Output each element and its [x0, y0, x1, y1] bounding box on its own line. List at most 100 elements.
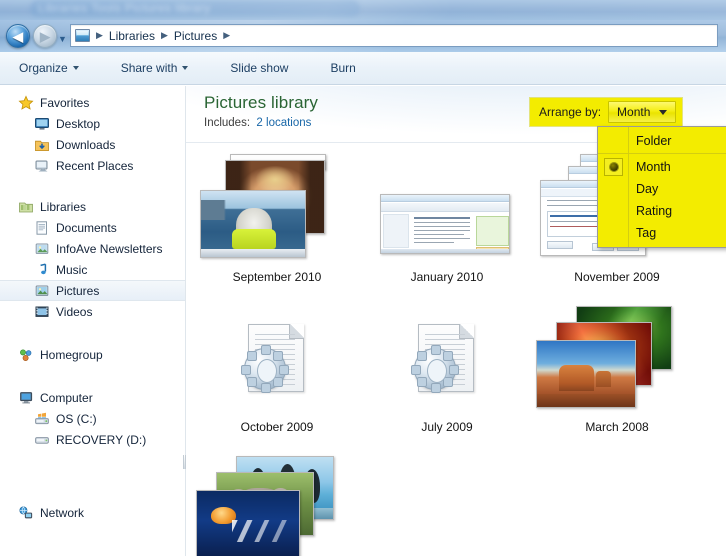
radio-dot [609, 163, 618, 171]
menu-item-label: Month [636, 160, 671, 174]
sidebar-label: Computer [40, 390, 93, 405]
sidebar-label: Libraries [40, 199, 87, 214]
list-item[interactable]: January 2010 [362, 152, 532, 300]
sidebar-label: OS (C:) [56, 411, 97, 426]
sidebar-item-computer[interactable]: Computer [0, 387, 186, 408]
thumbnail-photo-stack-nature [532, 302, 702, 420]
breadcrumb-separator-icon[interactable]: ▶ [220, 30, 233, 41]
sidebar-item-desktop[interactable]: Desktop [0, 113, 186, 134]
chevron-down-icon [72, 66, 79, 70]
pictures-library-icon [34, 283, 50, 299]
address-bar: ◀ ▶ ▼ ▶ Libraries ▶ Pictures ▶ [0, 20, 726, 52]
arrange-by-button[interactable]: Month [608, 101, 677, 123]
sidebar-label: Desktop [56, 116, 101, 131]
locations-link[interactable]: 2 locations [256, 117, 311, 129]
sidebar-label: Documents [56, 220, 117, 235]
thumbnail-photo-stack-dog-woman [192, 152, 362, 270]
menu-item-folder[interactable]: Folder [598, 130, 726, 152]
back-arrow-icon: ◀ [13, 28, 23, 44]
arrange-by-control: Arrange by: Month [530, 98, 683, 126]
photo-jellyfish [196, 490, 300, 556]
sidebar-label: InfoAve Newsletters [56, 241, 163, 256]
arrange-by-menu[interactable]: Folder Month Day Rating Tag [597, 126, 726, 248]
list-item[interactable]: March 2008 [532, 302, 702, 450]
sidebar-label: Recent Places [56, 158, 134, 173]
organize-button[interactable]: Organize [9, 57, 89, 80]
slide-show-button[interactable]: Slide show [220, 57, 298, 80]
share-with-button[interactable]: Share with [111, 57, 199, 80]
arrange-by-value: Month [617, 105, 651, 119]
sidebar-item-pictures[interactable]: Pictures [0, 280, 186, 301]
item-label: October 2009 [240, 420, 314, 434]
gear-icon [241, 345, 289, 393]
sidebar-item-favorites[interactable]: Favorites [0, 92, 186, 113]
chevron-down-icon [182, 66, 189, 70]
sidebar-item-music[interactable]: Music [0, 259, 186, 280]
sidebar-item-documents[interactable]: Documents [0, 217, 186, 238]
list-item[interactable]: July 2009 [362, 302, 532, 450]
sidebar-label: Homegroup [40, 347, 103, 362]
item-label: November 2009 [574, 270, 660, 284]
star-icon [18, 94, 34, 111]
title-bar-sheen [0, 0, 726, 20]
sidebar-label: Videos [56, 304, 93, 319]
breadcrumb-libraries[interactable]: Libraries [109, 29, 155, 43]
sidebar-item-recent-places[interactable]: Recent Places [0, 155, 186, 176]
photo-webpage-screenshot [380, 194, 510, 254]
forward-arrow-icon: ▶ [40, 28, 50, 44]
command-bar: Organize Share with Slide show Burn [0, 52, 726, 85]
sidebar-label: Music [56, 262, 88, 277]
slide-show-label: Slide show [230, 61, 289, 75]
sidebar-label: RECOVERY (D:) [56, 432, 147, 447]
menu-item-rating[interactable]: Rating [598, 200, 726, 222]
list-item[interactable] [192, 452, 362, 556]
desktop-icon [34, 116, 50, 132]
page-title: Pictures library [204, 93, 319, 112]
sidebar-label: Pictures [56, 283, 100, 298]
item-label: July 2009 [421, 420, 473, 434]
sidebar-group-libraries: Libraries Documents InfoAve Newsletters … [0, 196, 186, 322]
burn-button[interactable]: Burn [320, 57, 365, 80]
windows-drive-icon [34, 411, 50, 427]
sidebar-item-infoave-newsletters[interactable]: InfoAve Newsletters [0, 238, 186, 259]
pictures-library-icon [75, 29, 90, 42]
item-label: January 2010 [410, 270, 484, 284]
breadcrumb-pictures[interactable]: Pictures [174, 29, 217, 43]
item-label: September 2010 [232, 270, 322, 284]
sidebar-item-downloads[interactable]: Downloads [0, 134, 186, 155]
thumbnail-photo-stack-jellyfish [192, 452, 362, 556]
sidebar-item-videos[interactable]: Videos [0, 301, 186, 322]
sidebar-item-homegroup[interactable]: Homegroup [0, 344, 186, 365]
sidebar-group-favorites: Favorites Desktop Downloads Recent Place… [0, 92, 186, 176]
explorer-window: Libraries Tools Pictures library ◀ ▶ ▼ ▶… [0, 0, 726, 556]
sidebar-group-homegroup: Homegroup [0, 344, 186, 365]
thumbnail-screenshot-webpage [362, 152, 532, 270]
breadcrumb-separator-icon[interactable]: ▶ [93, 30, 106, 41]
computer-icon [18, 390, 34, 406]
photo-desert-butte [536, 340, 636, 408]
back-button[interactable]: ◀ [6, 24, 30, 48]
sidebar-item-libraries[interactable]: Libraries [0, 196, 186, 217]
menu-item-day[interactable]: Day [598, 178, 726, 200]
share-with-label: Share with [120, 61, 178, 75]
list-item[interactable]: September 2010 [192, 152, 362, 300]
breadcrumb-separator-icon[interactable]: ▶ [158, 30, 171, 41]
breadcrumb-bar[interactable]: ▶ Libraries ▶ Pictures ▶ [70, 24, 718, 47]
thumbnail-document-gear [362, 302, 532, 420]
sidebar-item-network[interactable]: Network [0, 502, 186, 523]
menu-item-month[interactable]: Month [598, 156, 726, 178]
videos-library-icon [34, 304, 50, 320]
menu-item-label: Rating [636, 204, 673, 218]
sidebar-item-os-c-drive[interactable]: OS (C:) [0, 408, 186, 429]
thumbnail-document-gear [192, 302, 362, 420]
list-item[interactable]: October 2009 [192, 302, 362, 450]
menu-item-label: Tag [636, 226, 657, 240]
documents-library-icon [34, 220, 50, 236]
photo-dog-boat [200, 190, 306, 258]
recent-pages-dropdown-icon[interactable]: ▼ [58, 35, 68, 44]
sidebar-item-recovery-d-drive[interactable]: RECOVERY (D:) [0, 429, 186, 450]
navigation-pane: Favorites Desktop Downloads Recent Place… [0, 86, 186, 556]
menu-item-tag[interactable]: Tag [598, 222, 726, 244]
recent-places-icon [34, 158, 50, 174]
forward-button[interactable]: ▶ [33, 24, 57, 48]
